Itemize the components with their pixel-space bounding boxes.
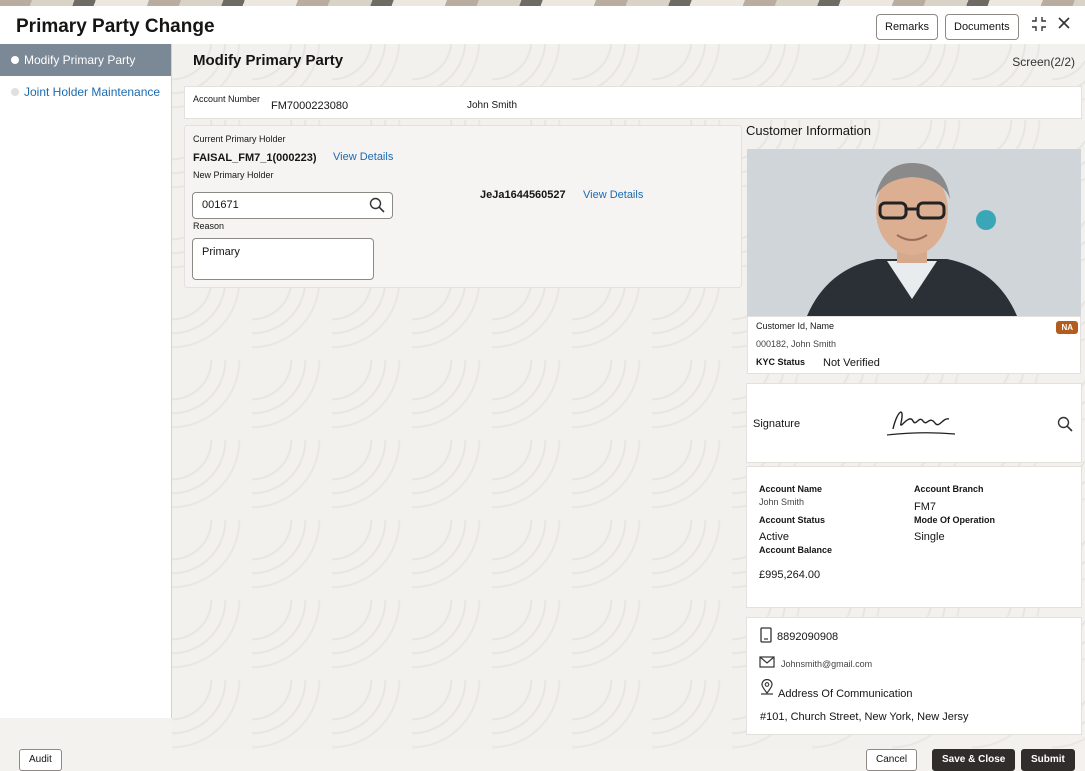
- new-holder-search-input[interactable]: 001671: [192, 192, 393, 219]
- customer-id-card: Customer Id, Name NA 000182, John Smith …: [747, 316, 1081, 374]
- account-branch-value: FM7: [914, 501, 936, 513]
- new-holder-label: New Primary Holder: [193, 170, 274, 180]
- kyc-status-label: KYC Status: [756, 357, 806, 367]
- reason-textarea[interactable]: Primary: [192, 238, 374, 280]
- submit-button[interactable]: Submit: [1021, 749, 1075, 771]
- new-holder-view-details-link[interactable]: View Details: [583, 189, 643, 201]
- account-balance-value: £995,264.00: [759, 569, 821, 581]
- kyc-status-value: Not Verified: [823, 357, 880, 369]
- signature-image: [883, 401, 959, 446]
- new-holder-input-value: 001671: [202, 199, 239, 211]
- screen-indicator: Screen(2/2): [1012, 55, 1075, 69]
- signature-label: Signature: [753, 418, 801, 430]
- minimize-icon[interactable]: [1031, 16, 1047, 37]
- account-name-value: John Smith: [759, 497, 805, 507]
- account-number-label: Account Number: [193, 94, 261, 104]
- address-label: Address Of Communication: [778, 688, 913, 700]
- customer-id-name-label: Customer Id, Name: [756, 321, 835, 331]
- save-and-close-button[interactable]: Save & Close: [932, 749, 1016, 771]
- account-bar: Account Number FM7000223080 John Smith: [184, 86, 1082, 119]
- status-badge: NA: [1056, 321, 1078, 334]
- current-holder-label: Current Primary Holder: [193, 134, 286, 144]
- footer-bar: Audit Cancel Save & Close Submit: [0, 743, 1085, 771]
- documents-button[interactable]: Documents: [945, 14, 1019, 40]
- reason-label: Reason: [193, 221, 225, 231]
- account-branch-label: Account Branch: [914, 484, 984, 494]
- step-active-icon: [11, 56, 19, 64]
- signature-card: Signature: [746, 383, 1082, 463]
- signature-search-icon[interactable]: [1057, 416, 1073, 437]
- remarks-button[interactable]: Remarks: [876, 14, 939, 40]
- page-title: Primary Party Change: [16, 16, 215, 37]
- account-status-label: Account Status: [759, 515, 826, 525]
- step-inactive-icon: [11, 88, 19, 96]
- cancel-button[interactable]: Cancel: [866, 749, 918, 771]
- phone-number: 8892090908: [777, 631, 839, 643]
- audit-button[interactable]: Audit: [19, 749, 62, 771]
- account-holder-name: John Smith: [467, 100, 518, 111]
- search-icon[interactable]: [369, 197, 385, 223]
- account-details-card: Account Name John Smith Account Branch F…: [746, 466, 1082, 608]
- mail-icon: [759, 655, 775, 673]
- sidebar-item-joint-holder-maintenance[interactable]: Joint Holder Maintenance: [0, 76, 171, 108]
- customer-photo: [747, 149, 1081, 316]
- address-value: #101, Church Street, New York, New Jersy: [760, 711, 969, 723]
- account-balance-label: Account Balance: [759, 545, 833, 555]
- close-icon[interactable]: [1057, 16, 1071, 35]
- reason-value: Primary: [202, 246, 240, 258]
- account-number-value: FM7000223080: [271, 100, 349, 112]
- current-holder-view-details-link[interactable]: View Details: [333, 151, 393, 163]
- mode-of-operation-value: Single: [914, 531, 945, 543]
- sidebar-item-label: Joint Holder Maintenance: [24, 85, 161, 99]
- move-handle-icon[interactable]: [976, 210, 996, 230]
- account-status-value: Active: [759, 531, 789, 543]
- current-holder-value: FAISAL_FM7_1(000223): [193, 152, 317, 164]
- mode-of-operation-label: Mode Of Operation: [914, 515, 995, 525]
- page-header: Primary Party Change Remarks Documents: [0, 6, 1085, 44]
- email-address: Johnsmith@gmail.com: [781, 659, 873, 669]
- section-title: Modify Primary Party: [193, 52, 344, 69]
- contact-card: 8892090908 Johnsmith@gmail.com Address O…: [746, 617, 1082, 735]
- customer-id-name-value: 000182, John Smith: [756, 339, 837, 349]
- customer-information-panel: Customer Information Customer Id, Name N…: [746, 123, 1082, 374]
- customer-information-title: Customer Information: [746, 123, 871, 138]
- location-icon: [759, 678, 775, 700]
- primary-holder-card: Current Primary Holder FAISAL_FM7_1(0002…: [184, 125, 742, 288]
- sidebar-item-label: Modify Primary Party: [24, 53, 136, 67]
- account-name-label: Account Name: [759, 484, 823, 494]
- sidebar: Modify Primary Party Joint Holder Mainte…: [0, 44, 172, 718]
- sidebar-item-modify-primary-party[interactable]: Modify Primary Party: [0, 44, 171, 76]
- new-holder-id: JeJa1644560527: [480, 189, 566, 201]
- phone-icon: [760, 627, 772, 648]
